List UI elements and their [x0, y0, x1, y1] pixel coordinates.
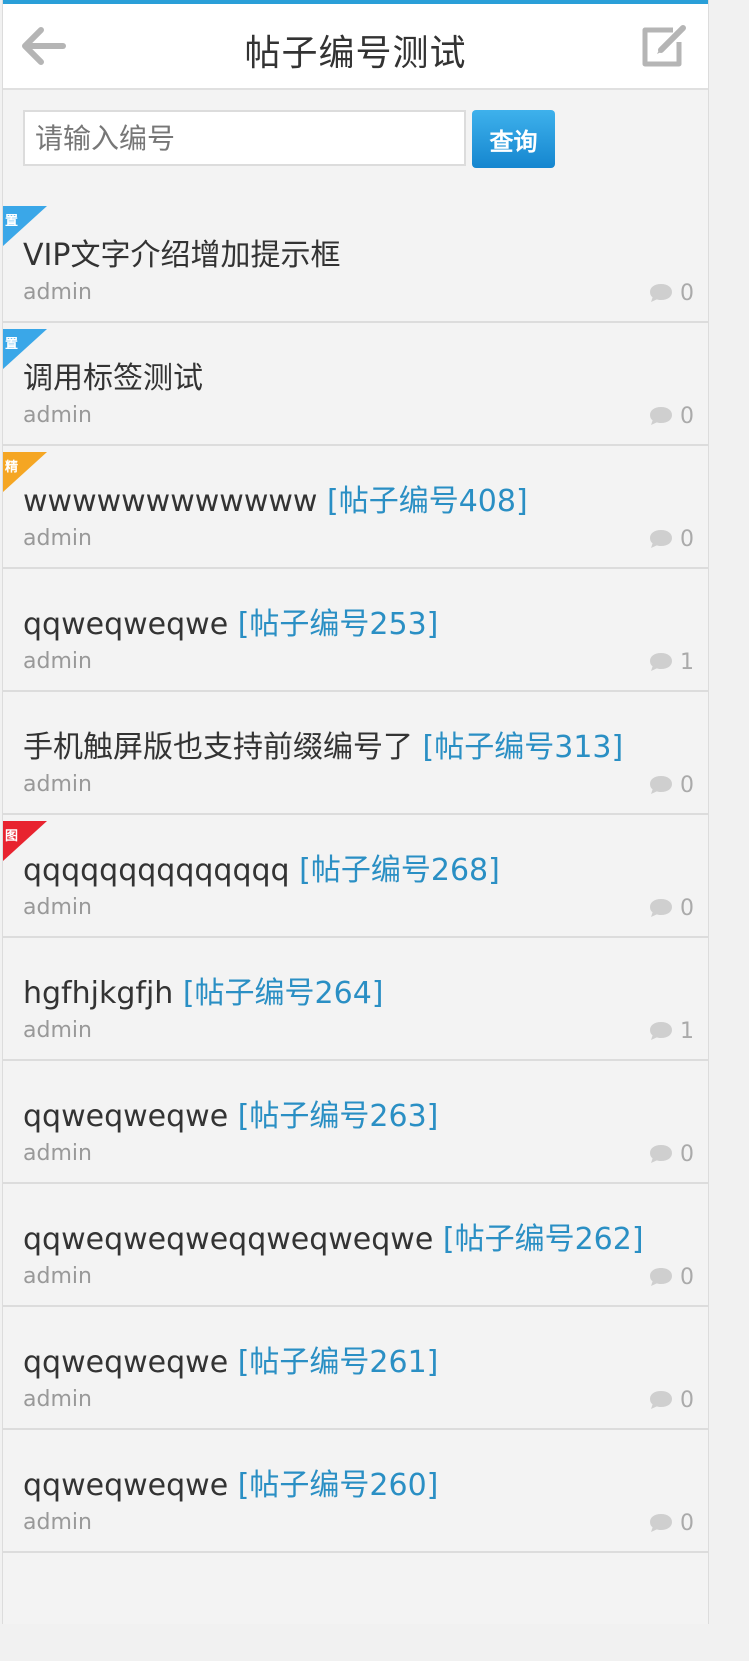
thread-title-text: qqweqweqwe [23, 1099, 229, 1134]
comment-icon [650, 1391, 672, 1409]
reply-count: 0 [648, 1264, 694, 1290]
comment-icon [650, 1022, 672, 1040]
thread-title-text: qqweqweqwe [23, 607, 229, 642]
thread-author[interactable]: admin [23, 1387, 92, 1412]
thread-item[interactable]: 手机触屏版也支持前缀编号了 [帖子编号313] admin 0 [3, 692, 708, 815]
thread-title-text: hgfhjkgfjh [23, 976, 174, 1011]
reply-count-value: 0 [680, 895, 694, 921]
header: 帖子编号测试 [3, 4, 708, 90]
comment-icon [650, 530, 672, 548]
thread-title[interactable]: 调用标签测试 [23, 353, 203, 397]
thread-number-tag: [帖子编号268] [299, 853, 500, 888]
thread-author[interactable]: admin [23, 526, 92, 551]
thread-author[interactable]: admin [23, 280, 92, 305]
reply-count: 0 [648, 403, 694, 429]
reply-count: 0 [648, 895, 694, 921]
reply-count-value: 1 [680, 649, 694, 675]
reply-count: 0 [648, 526, 694, 552]
thread-number-tag: [帖子编号313] [422, 730, 624, 765]
reply-count: 0 [648, 1141, 694, 1167]
thread-title-text: wwwwwwwwwwww [23, 484, 318, 519]
reply-count-value: 1 [680, 1018, 694, 1044]
thread-author[interactable]: admin [23, 649, 92, 674]
comment-icon [650, 653, 672, 671]
thread-item[interactable]: qqweqweqwe [帖子编号263] admin 0 [3, 1061, 708, 1184]
thread-title[interactable]: 手机触屏版也支持前缀编号了 [帖子编号313] [23, 722, 623, 766]
thread-number-tag: [帖子编号263] [237, 1099, 439, 1134]
thread-list: 置 VIP文字介绍增加提示框 admin 0 置 调用标签测试 admin 0 [3, 200, 708, 1553]
thread-author[interactable]: admin [23, 1141, 92, 1166]
thread-author[interactable]: admin [23, 1018, 92, 1043]
thread-title-text: qqweqweqweqqweqweqwe [23, 1222, 434, 1257]
compose-icon [642, 25, 686, 67]
thread-badge-label: 精 [5, 460, 19, 475]
comment-icon [650, 899, 672, 917]
thread-item[interactable]: qqweqweqwe [帖子编号253] admin 1 [3, 569, 708, 692]
thread-badge-label: 置 [5, 337, 19, 352]
thread-author[interactable]: admin [23, 772, 92, 797]
page-title: 帖子编号测试 [244, 33, 467, 74]
reply-count: 0 [648, 1387, 694, 1413]
comment-icon [650, 407, 672, 425]
reply-count-value: 0 [680, 1510, 694, 1536]
search-input[interactable] [23, 110, 466, 166]
thread-author[interactable]: admin [23, 1510, 92, 1535]
page: 帖子编号测试 查询 置 VIP文字介绍增加提示框 admin 0 [2, 0, 709, 1624]
thread-title-text: 调用标签测试 [23, 361, 203, 396]
search-button[interactable]: 查询 [472, 110, 555, 168]
search-area: 查询 [3, 90, 708, 200]
thread-author[interactable]: admin [23, 1264, 92, 1289]
thread-title[interactable]: qqweqweqwe [帖子编号253] [23, 599, 438, 643]
thread-title-text: qqweqweqwe [23, 1345, 229, 1380]
reply-count-value: 0 [680, 772, 694, 798]
thread-item[interactable]: qqweqweqwe [帖子编号260] admin 0 [3, 1430, 708, 1553]
thread-item[interactable]: qqweqweqweqqweqweqwe [帖子编号262] admin 0 [3, 1184, 708, 1307]
thread-title-text: VIP文字介绍增加提示框 [23, 238, 341, 273]
thread-badge-label: 置 [5, 214, 19, 229]
thread-number-tag: [帖子编号262] [442, 1222, 644, 1257]
comment-icon [650, 776, 672, 794]
thread-number-tag: [帖子编号264] [182, 976, 384, 1011]
thread-item[interactable]: 置 调用标签测试 admin 0 [3, 323, 708, 446]
reply-count: 1 [648, 649, 694, 675]
thread-title-text: qqqqqqqqqqqqqq [23, 853, 290, 888]
thread-title[interactable]: qqqqqqqqqqqqqq [帖子编号268] [23, 845, 500, 889]
reply-count-value: 0 [680, 403, 694, 429]
thread-badge-label: 图 [5, 829, 19, 844]
reply-count-value: 0 [680, 1387, 694, 1413]
thread-number-tag: [帖子编号408] [326, 484, 528, 519]
reply-count: 0 [648, 1510, 694, 1536]
thread-title[interactable]: hgfhjkgfjh [帖子编号264] [23, 968, 384, 1012]
thread-item[interactable]: 置 VIP文字介绍增加提示框 admin 0 [3, 200, 708, 323]
thread-title[interactable]: wwwwwwwwwwww [帖子编号408] [23, 476, 528, 520]
reply-count-value: 0 [680, 1141, 694, 1167]
comment-icon [650, 284, 672, 302]
thread-number-tag: [帖子编号253] [237, 607, 439, 642]
comment-icon [650, 1268, 672, 1286]
reply-count: 1 [648, 1018, 694, 1044]
thread-title[interactable]: VIP文字介绍增加提示框 [23, 230, 340, 274]
thread-title-text: 手机触屏版也支持前缀编号了 [23, 730, 413, 765]
thread-item[interactable]: 图 qqqqqqqqqqqqqq [帖子编号268] admin 0 [3, 815, 708, 938]
reply-count-value: 0 [680, 280, 694, 306]
thread-author[interactable]: admin [23, 895, 92, 920]
thread-number-tag: [帖子编号261] [237, 1345, 439, 1380]
thread-title[interactable]: qqweqweqwe [帖子编号260] [23, 1460, 438, 1504]
comment-icon [650, 1514, 672, 1532]
reply-count: 0 [648, 772, 694, 798]
thread-title-text: qqweqweqwe [23, 1468, 229, 1503]
thread-item[interactable]: hgfhjkgfjh [帖子编号264] admin 1 [3, 938, 708, 1061]
reply-count-value: 0 [680, 1264, 694, 1290]
thread-number-tag: [帖子编号260] [237, 1468, 439, 1503]
thread-item[interactable]: 精 wwwwwwwwwwww [帖子编号408] admin 0 [3, 446, 708, 569]
thread-title[interactable]: qqweqweqwe [帖子编号263] [23, 1091, 438, 1135]
thread-title[interactable]: qqweqweqweqqweqweqwe [帖子编号262] [23, 1214, 644, 1258]
comment-icon [650, 1145, 672, 1163]
reply-count: 0 [648, 280, 694, 306]
thread-title[interactable]: qqweqweqwe [帖子编号261] [23, 1337, 438, 1381]
thread-author[interactable]: admin [23, 403, 92, 428]
compose-button[interactable] [639, 22, 691, 70]
thread-item[interactable]: qqweqweqwe [帖子编号261] admin 0 [3, 1307, 708, 1430]
reply-count-value: 0 [680, 526, 694, 552]
